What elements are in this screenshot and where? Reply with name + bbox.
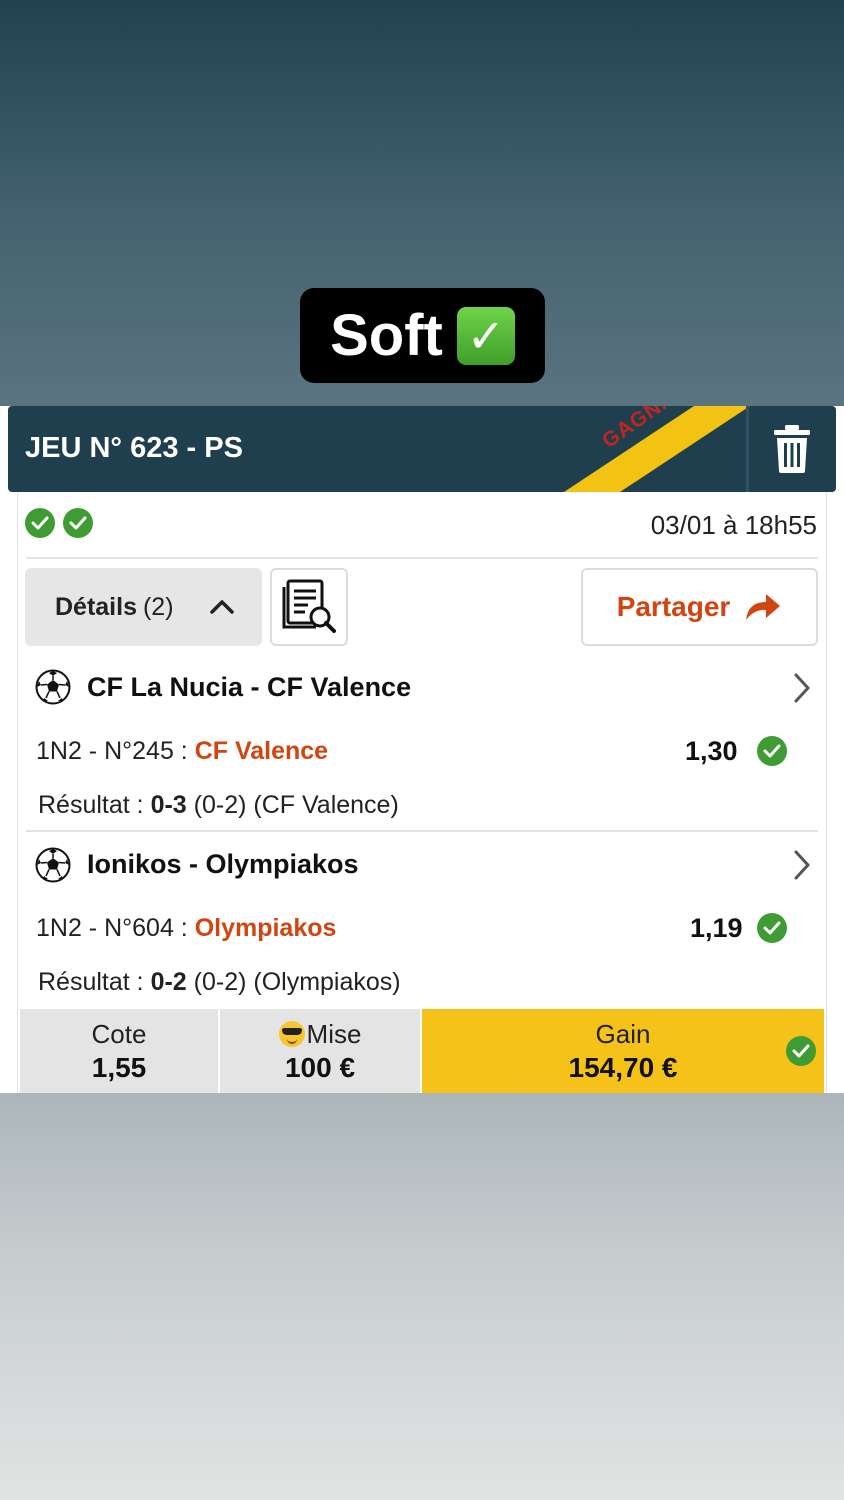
- check-circle-icon: [63, 508, 93, 538]
- share-button[interactable]: Partager: [581, 568, 818, 646]
- match-result: Résultat : 0-3 (0-2) (CF Valence): [38, 791, 399, 820]
- total-odds-label: Cote: [91, 1018, 147, 1049]
- ticket-title: JEU N° 623 - PS: [25, 432, 243, 464]
- chevron-up-icon: [210, 600, 234, 614]
- check-circle-icon: [757, 736, 787, 766]
- document-search-icon: [282, 579, 336, 633]
- match-result: Résultat : 0-2 (0-2) (Olympiakos): [38, 968, 401, 997]
- details-toggle-button[interactable]: Détails (2): [25, 568, 262, 646]
- stake-label: Mise: [306, 1018, 362, 1049]
- bet-market: 1N2 - N°245 :: [36, 737, 195, 765]
- divider: [26, 557, 818, 559]
- document-search-button[interactable]: [270, 568, 348, 646]
- soft-sticker: Soft ✓: [300, 288, 545, 383]
- check-circle-icon: [786, 1036, 816, 1066]
- winnings: Gain 154,70 €: [422, 1009, 824, 1093]
- bet-odds: 1,30: [685, 736, 738, 766]
- result-score: 0-3: [150, 791, 187, 819]
- result-label: Résultat :: [38, 968, 151, 996]
- total-odds-value: 1,55: [91, 1051, 147, 1083]
- check-circle-icon: [757, 913, 787, 943]
- result-detail: (0-2) (Olympiakos): [186, 968, 401, 996]
- check-mark-button-icon: ✓: [456, 306, 515, 365]
- details-label: Détails: [55, 592, 137, 621]
- trash-icon[interactable]: [774, 425, 810, 473]
- bet-line: 1N2 - N°245 : CF Valence: [36, 737, 328, 766]
- chevron-right-icon[interactable]: [792, 849, 812, 881]
- winnings-label: Gain: [595, 1018, 651, 1049]
- winnings-value: 154,70 €: [568, 1051, 678, 1083]
- bet-market: 1N2 - N°604 :: [36, 914, 195, 942]
- match-title[interactable]: CF La Nucia - CF Valence: [87, 672, 411, 703]
- stake-value: 100 €: [284, 1051, 356, 1083]
- soccer-ball-icon: [35, 847, 71, 883]
- sunglasses-face-icon: [278, 1020, 305, 1047]
- bet-odds: 1,19: [690, 913, 743, 943]
- result-score: 0-2: [150, 968, 187, 996]
- divider: [26, 830, 818, 832]
- bet-line: 1N2 - N°604 : Olympiakos: [36, 914, 336, 943]
- result-detail: (0-2) (CF Valence): [186, 791, 399, 819]
- ticket-date: 03/01 à 18h55: [650, 510, 817, 540]
- total-odds: Cote 1,55: [20, 1009, 220, 1093]
- match-title[interactable]: Ionikos - Olympiakos: [87, 849, 359, 880]
- header-separator: [746, 406, 749, 492]
- stake: Mise 100 €: [220, 1009, 422, 1093]
- ticket-summary: Cote 1,55 Mise 100 € Gain 154,70 €: [20, 1009, 824, 1093]
- soccer-ball-icon: [35, 669, 71, 705]
- bet-pick: Olympiakos: [194, 914, 337, 942]
- share-arrow-icon: [746, 594, 781, 620]
- bet-pick: CF Valence: [194, 737, 329, 765]
- story-background-bottom: [0, 1093, 844, 1500]
- ticket-header: JEU N° 623 - PS GAGNANT: [8, 406, 836, 492]
- chevron-right-icon[interactable]: [792, 672, 812, 704]
- result-label: Résultat :: [38, 791, 151, 819]
- bet-ticket-card: JEU N° 623 - PS GAGNANT 03/01 à 18h55 Dé…: [0, 406, 844, 1093]
- details-count: (2): [142, 592, 174, 621]
- sticker-text: Soft: [330, 303, 443, 368]
- check-circle-icon: [25, 508, 55, 538]
- share-label: Partager: [616, 591, 731, 622]
- leg-status-checks: [25, 508, 93, 538]
